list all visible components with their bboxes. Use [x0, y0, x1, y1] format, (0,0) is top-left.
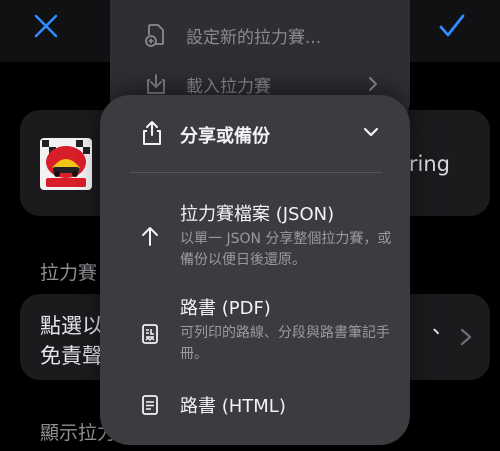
- checkmark-icon: [439, 14, 465, 37]
- download-tray-icon: [144, 72, 168, 96]
- xmark-icon: [34, 14, 58, 38]
- menu-item-title: 路書 (HTML): [180, 396, 286, 417]
- menu-item-roadbook-html[interactable]: 路書 (HTML): [100, 389, 410, 429]
- chevron-down-icon: [363, 127, 379, 137]
- chevron-right-icon: [369, 77, 377, 91]
- close-button[interactable]: [26, 6, 66, 46]
- menu-item-description: 可列印的路線、分段與路書筆記手冊。: [180, 325, 390, 362]
- disclaimer-trailing-text: 、: [432, 314, 453, 338]
- new-document-icon: [144, 23, 168, 47]
- menu-item-title: 拉力賽檔案 (JSON): [180, 204, 335, 225]
- arrow-up-icon: [138, 223, 162, 249]
- menu-item-title: 路書 (PDF): [180, 298, 271, 319]
- document-icon: [138, 392, 162, 418]
- menu-item-description: 以單一 JSON 分享整個拉力賽，或備份以便日後還原。: [180, 231, 392, 268]
- done-button[interactable]: [432, 6, 472, 46]
- rally-badge-logo: [40, 138, 92, 190]
- menu-item-label: 設定新的拉力賽...: [186, 27, 322, 48]
- menu-item-new-rally[interactable]: 設定新的拉力賽...: [110, 15, 410, 55]
- rally-section-label: 拉力賽: [40, 262, 98, 284]
- menu-item-rally-json[interactable]: 拉力賽檔案 (JSON) 以單一 JSON 分享整個拉力賽，或備份以便日後還原。: [100, 197, 410, 277]
- menu-item-roadbook-pdf[interactable]: 路書 (PDF) 可列印的路線、分段與路書筆記手冊。: [100, 291, 410, 371]
- menu-item-label: 載入拉力賽: [186, 76, 271, 97]
- disclaimer-line-2: 免責聲: [40, 344, 103, 368]
- disclaimer-line-1: 點選以: [40, 314, 103, 338]
- share-backup-title: 分享或備份: [180, 126, 270, 147]
- share-backup-menu: 分享或備份 拉力賽檔案 (JSON) 以單一 JSON 分享整個拉力賽，或備份以…: [100, 95, 410, 445]
- share-icon: [143, 121, 161, 145]
- share-backup-header[interactable]: 分享或備份: [100, 95, 410, 171]
- chevron-right-icon: [460, 328, 472, 346]
- roadbook-icon: [138, 321, 162, 347]
- menu-divider: [130, 172, 382, 173]
